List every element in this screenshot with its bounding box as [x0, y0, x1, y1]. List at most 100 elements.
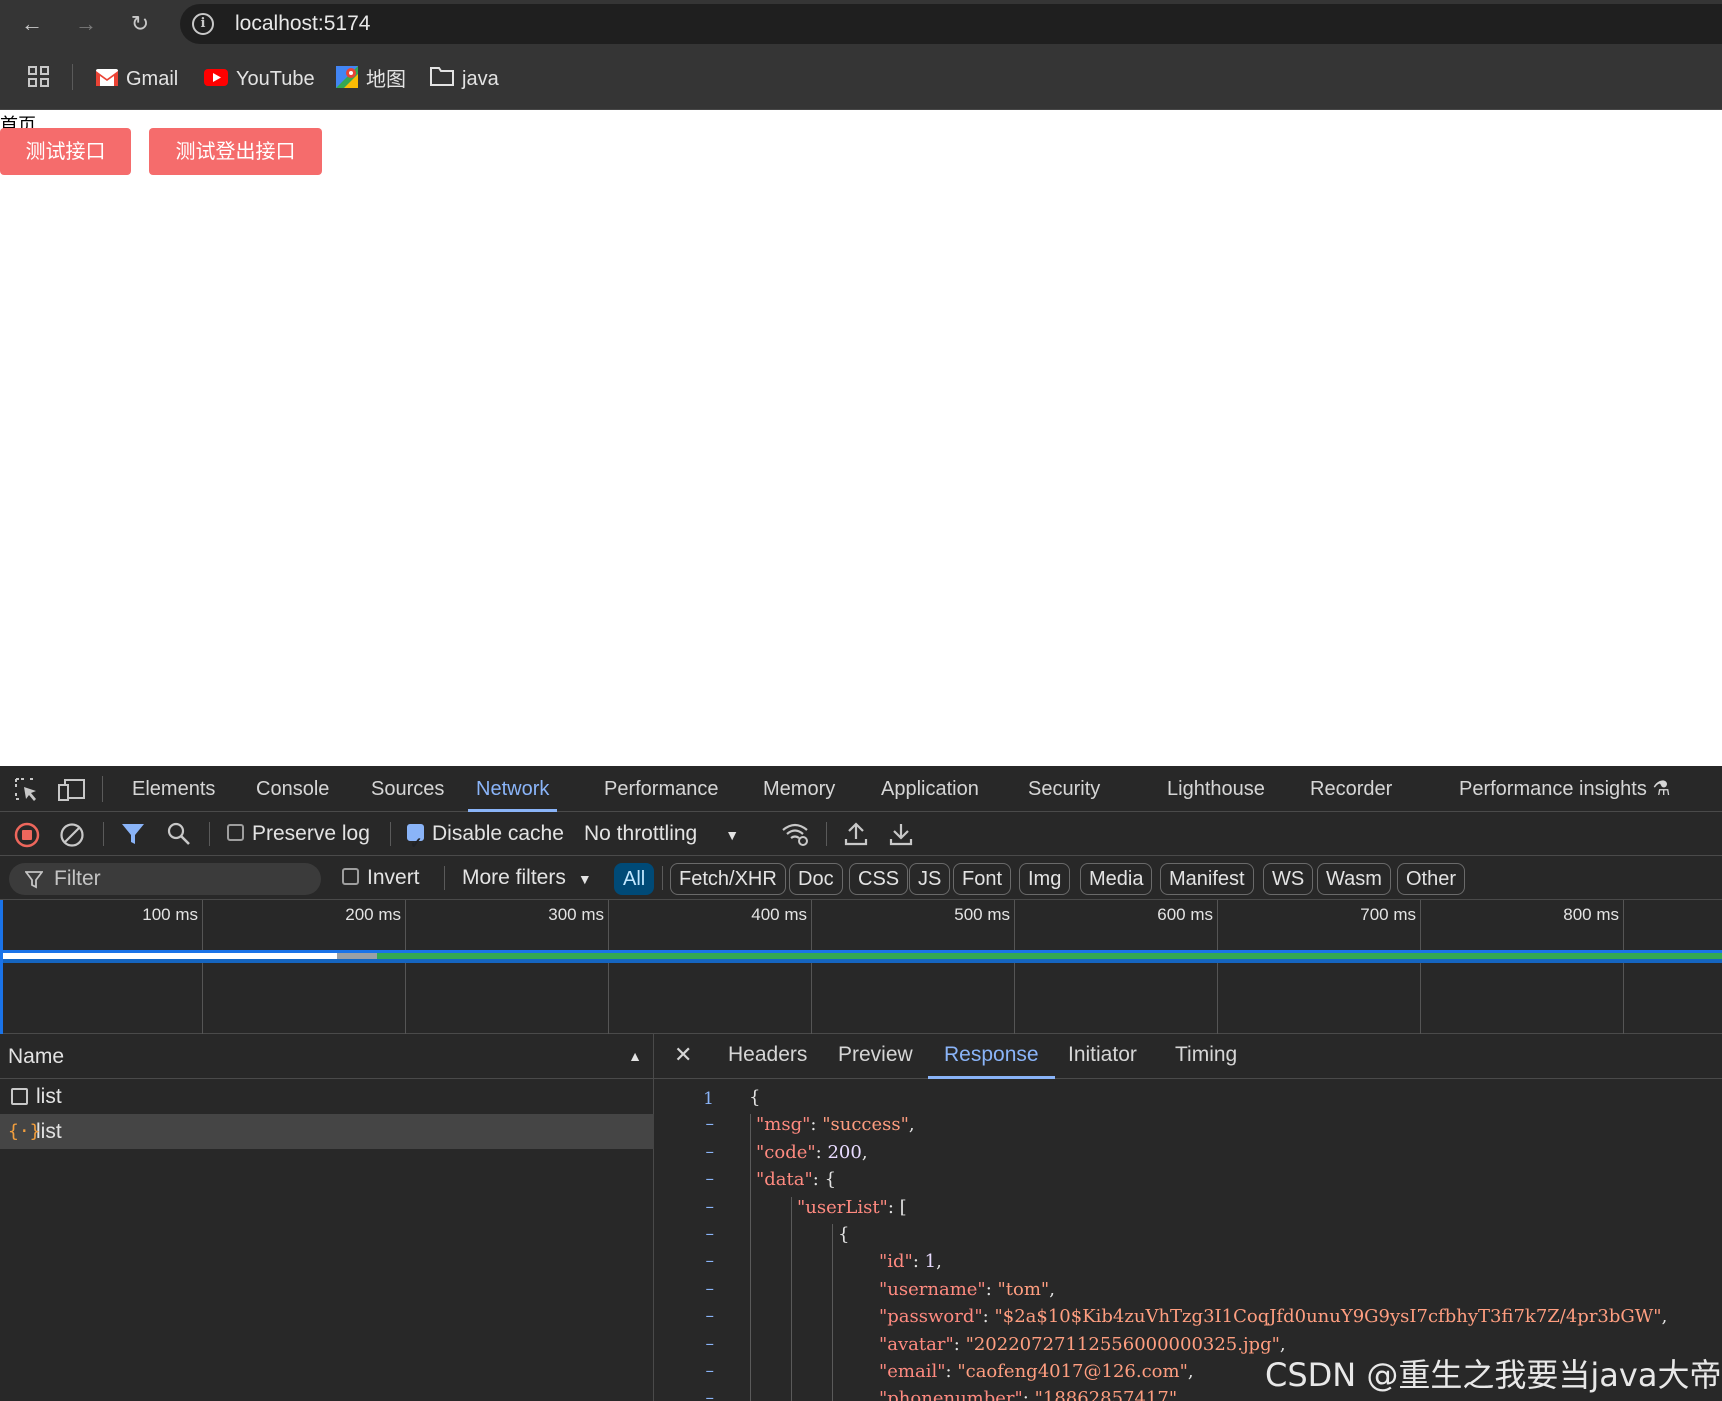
checkbox-label: Invert	[367, 866, 420, 889]
type-filter-wasm[interactable]: Wasm	[1317, 863, 1391, 895]
sort-ascending-icon: ▲	[628, 1048, 642, 1064]
tab-initiator[interactable]: Initiator	[1068, 1034, 1137, 1079]
filter-placeholder: Filter	[54, 867, 101, 890]
document-icon	[11, 1088, 28, 1105]
tab-sources[interactable]: Sources	[371, 766, 444, 812]
request-row-selected[interactable]: {·} list	[0, 1114, 654, 1149]
tab-lighthouse[interactable]: Lighthouse	[1167, 766, 1265, 812]
address-bar[interactable]: i localhost:5174	[180, 4, 1722, 44]
bookmark-folder-java[interactable]: java	[430, 66, 499, 92]
devtools-tabbar: Elements Console Sources Network Perform…	[0, 766, 1722, 812]
throttling-select[interactable]: No throttling ▼	[584, 812, 739, 856]
more-filters-dropdown[interactable]: More filters ▼	[462, 856, 592, 900]
type-filter-fetch-xhr[interactable]: Fetch/XHR	[670, 863, 786, 895]
clear-icon[interactable]	[59, 822, 85, 853]
type-filter-media[interactable]: Media	[1080, 863, 1153, 895]
name-column-header[interactable]: Name ▲	[0, 1034, 654, 1079]
apps-grid-icon[interactable]	[27, 65, 51, 89]
inspect-element-icon[interactable]	[14, 777, 40, 808]
invert-checkbox[interactable]: Invert	[342, 856, 420, 900]
tick-label: 400 ms	[751, 905, 807, 924]
import-har-icon[interactable]	[844, 821, 868, 852]
fold-marker: –	[705, 1278, 715, 1299]
fold-marker: –	[705, 1333, 715, 1354]
fold-marker: –	[705, 1141, 715, 1162]
test-logout-api-button[interactable]: 测试登出接口	[149, 128, 322, 175]
timeline-tick: 600 ms	[1015, 900, 1218, 1034]
toolbar-divider	[826, 822, 827, 846]
request-list: Name ▲ list {·} list	[0, 1034, 654, 1401]
browser-toolbar: ← → ↻ i localhost:5174	[0, 0, 1722, 48]
type-filter-js[interactable]: JS	[909, 863, 951, 895]
export-har-icon[interactable]	[889, 821, 913, 852]
type-filter-css[interactable]: CSS	[849, 863, 909, 895]
response-line: "id": 1,	[879, 1251, 942, 1273]
tab-divider	[102, 776, 103, 802]
response-line: {	[838, 1224, 850, 1245]
response-line: "email": "caofeng4017@126.com",	[879, 1361, 1194, 1382]
type-filter-manifest[interactable]: Manifest	[1160, 863, 1254, 895]
tab-timing[interactable]: Timing	[1175, 1034, 1237, 1079]
timeline-tick: 300 ms	[406, 900, 609, 1034]
checkbox-box-checked	[407, 822, 424, 866]
tab-console[interactable]: Console	[256, 766, 329, 812]
filter-bar: Filter Invert More filters ▼ All Fetch/XH…	[0, 856, 1722, 900]
device-toolbar-icon[interactable]	[58, 777, 86, 808]
checkbox-label: Preserve log	[252, 822, 370, 845]
search-icon[interactable]	[167, 822, 191, 851]
tab-headers[interactable]: Headers	[728, 1034, 807, 1079]
request-row[interactable]: list	[0, 1079, 654, 1114]
network-overview-timeline[interactable]: 100 ms 200 ms 300 ms 400 ms 500 ms 600 m…	[0, 900, 1722, 1034]
response-line: "code": 200,	[756, 1141, 868, 1163]
tab-performance-insights[interactable]: Performance insights ⚗	[1459, 766, 1670, 812]
preserve-log-checkbox[interactable]: Preserve log	[227, 812, 370, 856]
filter-input[interactable]: Filter	[9, 863, 321, 895]
test-api-button[interactable]: 测试接口	[0, 128, 131, 175]
detail-tabbar: ✕ Headers Preview Response Initiator Tim…	[654, 1034, 1722, 1079]
bookmark-maps[interactable]: 地图	[336, 66, 406, 92]
bookmark-label: 地图	[366, 68, 406, 91]
type-filter-other[interactable]: Other	[1397, 863, 1466, 895]
page-content: 首页 测试接口 测试登出接口	[0, 111, 1722, 766]
stop-recording-icon[interactable]	[14, 822, 40, 853]
response-line: "username": "tom",	[879, 1278, 1055, 1300]
tab-response[interactable]: Response	[928, 1034, 1055, 1079]
close-icon[interactable]: ✕	[674, 1034, 692, 1079]
back-button[interactable]: ←	[14, 6, 50, 42]
tab-security[interactable]: Security	[1028, 766, 1100, 812]
tab-elements[interactable]: Elements	[132, 766, 215, 812]
filter-funnel-icon[interactable]	[121, 822, 145, 851]
reload-button[interactable]: ↻	[122, 6, 158, 42]
tab-performance[interactable]: Performance	[604, 766, 719, 812]
bookmark-youtube[interactable]: YouTube	[204, 66, 315, 92]
bookmark-gmail[interactable]: Gmail	[96, 66, 178, 92]
type-filter-ws[interactable]: WS	[1263, 863, 1314, 895]
tab-network[interactable]: Network	[468, 766, 558, 812]
type-filter-all[interactable]: All	[614, 863, 655, 895]
type-filter-font[interactable]: Font	[953, 863, 1012, 895]
request-detail-panel: ✕ Headers Preview Response Initiator Tim…	[654, 1034, 1722, 1401]
tick-label: 300 ms	[548, 905, 604, 924]
disable-cache-checkbox[interactable]: Disable cache	[407, 812, 564, 866]
watermark: CSDN @重生之我要当java大帝	[1265, 1356, 1722, 1394]
type-filter-img[interactable]: Img	[1019, 863, 1071, 895]
tick-label: 200 ms	[345, 905, 401, 924]
tab-preview[interactable]: Preview	[838, 1034, 913, 1079]
timeline-tick: 100 ms	[0, 900, 203, 1034]
forward-button[interactable]: →	[68, 6, 104, 42]
type-filter-doc[interactable]: Doc	[789, 863, 843, 895]
url-text[interactable]: localhost:5174	[235, 12, 370, 36]
timeline-bar-blue-bottom	[3, 959, 1722, 963]
response-line: "userList": [	[797, 1196, 907, 1218]
bookmarks-bar: Gmail YouTube 地图 java	[0, 48, 1722, 110]
network-conditions-icon[interactable]	[781, 822, 809, 851]
timeline-tick: 700 ms	[1218, 900, 1421, 1034]
tab-application[interactable]: Application	[881, 766, 979, 812]
site-info-icon[interactable]: i	[192, 13, 214, 35]
toolbar-divider	[103, 822, 104, 846]
fold-marker: –	[705, 1388, 715, 1401]
request-name: list	[36, 1085, 62, 1108]
tab-recorder[interactable]: Recorder	[1310, 766, 1392, 812]
fetch-icon: {·}	[8, 1121, 41, 1142]
tab-memory[interactable]: Memory	[763, 766, 835, 812]
